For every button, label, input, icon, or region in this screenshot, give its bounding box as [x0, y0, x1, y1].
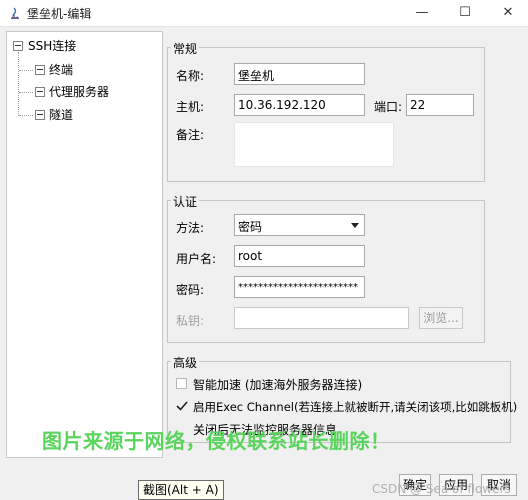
- general-legend: 常规: [171, 40, 200, 57]
- advanced-legend: 高级: [171, 354, 200, 371]
- auth-legend: 认证: [171, 193, 200, 210]
- method-value: 密码: [238, 220, 263, 234]
- java-app-icon: [11, 7, 19, 19]
- exec-channel-label[interactable]: 启用Exec Channel(若连接上就被断开,请关闭该项,比如跳板机): [193, 399, 517, 415]
- note-textarea[interactable]: [234, 122, 394, 167]
- tree-item-tunnel[interactable]: 隧道: [49, 106, 73, 123]
- minimize-button[interactable]: —: [413, 4, 431, 22]
- private-key-input[interactable]: [234, 307, 409, 329]
- settings-tree[interactable]: SSH连接 终端 代理服务器 隧道: [6, 31, 163, 458]
- smart-accel-checkbox[interactable]: [176, 378, 187, 389]
- port-label: 端口:: [374, 100, 403, 114]
- csdn-watermark: CSDN @ Sea of flowers: [372, 482, 511, 496]
- tree-item-ssh[interactable]: SSH连接: [28, 37, 76, 54]
- host-input[interactable]: 10.36.192.120: [234, 94, 365, 116]
- close-button[interactable]: ✕: [499, 4, 517, 22]
- collapse-icon[interactable]: [13, 41, 23, 51]
- chevron-down-icon[interactable]: [351, 223, 359, 228]
- node-icon: [35, 65, 45, 75]
- node-icon: [35, 110, 45, 120]
- key-label: 私钥:: [176, 314, 205, 328]
- tree-line: [19, 70, 33, 71]
- maximize-button[interactable]: ☐: [456, 4, 474, 22]
- port-input[interactable]: 22: [406, 94, 474, 116]
- exec-channel-checkbox[interactable]: [175, 399, 189, 413]
- user-label: 用户名:: [176, 252, 217, 266]
- username-input[interactable]: root: [234, 245, 365, 267]
- password-input[interactable]: ************************: [234, 276, 365, 298]
- note-label: 备注:: [176, 128, 205, 142]
- watermark-text: 图片来源于网络，侵权联系站长删除！: [42, 429, 391, 453]
- tree-line: [18, 52, 19, 116]
- smart-accel-label[interactable]: 智能加速 (加速海外服务器连接): [193, 376, 362, 393]
- node-icon: [35, 87, 45, 97]
- name-label: 名称:: [176, 69, 205, 83]
- method-select[interactable]: 密码: [234, 214, 365, 236]
- browse-button[interactable]: 浏览...: [419, 307, 463, 329]
- tree-item-terminal[interactable]: 终端: [49, 61, 73, 78]
- tree-line: [19, 92, 33, 93]
- method-label: 方法:: [176, 221, 205, 235]
- tree-item-proxy[interactable]: 代理服务器: [49, 83, 109, 100]
- tree-line: [19, 115, 33, 116]
- host-label: 主机:: [176, 100, 205, 114]
- password-label: 密码:: [176, 283, 205, 297]
- screenshot-tooltip: 截图(Alt + A): [138, 480, 224, 500]
- name-input[interactable]: 堡垒机: [234, 63, 365, 85]
- window-title: 堡垒机-编辑: [27, 7, 92, 21]
